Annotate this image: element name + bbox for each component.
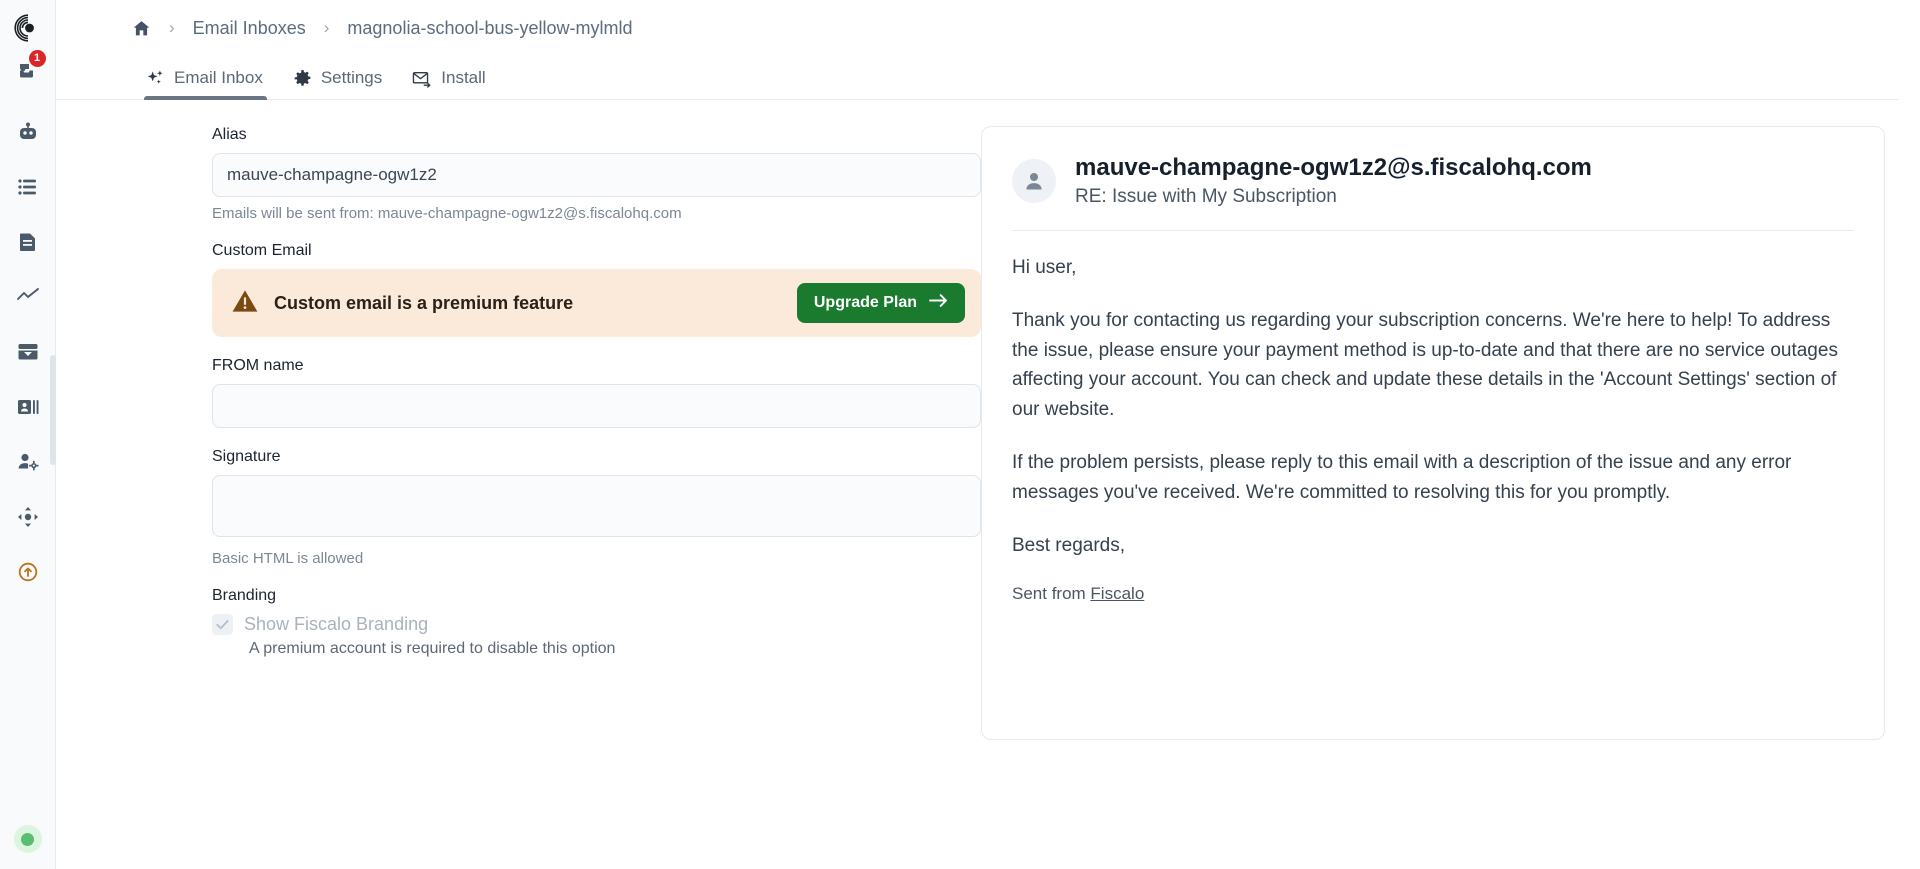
alias-hint: Emails will be sent from: mauve-champagn… [212,205,682,222]
email-preview-header: mauve-champagne-ogw1z2@s.fiscalohq.com R… [1012,153,1854,230]
person-avatar-icon [1012,158,1056,203]
tab-bar: Email Inbox Settings Install [56,56,1898,100]
sidebar-item-move[interactable] [8,497,48,537]
sidebar-item-inbox-tray[interactable] [8,332,48,372]
check-icon[interactable] [212,614,233,635]
tab-email-inbox-label: Email Inbox [174,68,263,87]
sidebar-item-analytics[interactable] [8,277,48,317]
sidebar-item-server-list[interactable] [8,167,48,207]
alias-input[interactable] [212,153,981,197]
premium-banner-text: Custom email is a premium feature [274,292,574,313]
sent-from-prefix: Sent from [1012,583,1091,603]
branding-label: Branding [212,587,277,604]
signature-label: Signature [212,448,281,465]
show-branding-label: Show Fiscalo Branding [244,614,429,634]
sidebar-item-document[interactable] [8,222,48,262]
from-name-label: FROM name [212,357,304,374]
tab-settings[interactable]: Settings [279,68,398,99]
preview-divider [1012,230,1854,231]
email-paragraph-2: If the problem persists, please reply to… [1012,452,1792,503]
warning-triangle-icon [232,289,258,318]
breadcrumb: › Email Inboxes › magnolia-school-bus-ye… [56,0,1920,56]
sidebar-item-contact-card[interactable] [8,387,48,427]
email-sent-from: Sent from Fiscalo [1012,584,1854,604]
home-icon[interactable] [132,19,151,38]
breadcrumb-current: magnolia-school-bus-yellow-mylmld [347,17,633,38]
envelope-arrow-icon [412,69,432,88]
tab-email-inbox[interactable]: Email Inbox [132,68,279,100]
upgrade-plan-button[interactable]: Upgrade Plan [796,283,965,323]
spiral-logo-icon[interactable] [8,8,48,48]
online-status-dot[interactable] [13,825,42,853]
sparkles-icon [146,69,165,88]
email-paragraph-signoff: Best regards, [1012,534,1125,556]
email-preview-meta: mauve-champagne-ogw1z2@s.fiscalohq.com R… [1075,153,1592,208]
from-name-input[interactable] [212,384,981,428]
from-name-field-group: FROM name [212,357,981,428]
fiscalo-link[interactable]: Fiscalo [1090,584,1144,603]
premium-feature-banner: Custom email is a premium feature Upgrad… [212,269,981,337]
custom-email-group: Custom Email Custom email is a premium f… [212,242,981,337]
show-branding-checkbox-row[interactable]: Show Fiscalo Branding [212,614,981,635]
tab-install-label: Install [441,68,486,87]
signature-textarea[interactable] [212,475,981,537]
custom-email-label: Custom Email [212,242,312,259]
email-preview-card: mauve-champagne-ogw1z2@s.fiscalohq.com R… [981,126,1885,740]
tab-settings-label: Settings [320,68,383,87]
main-content: › Email Inboxes › magnolia-school-bus-ye… [56,0,1920,869]
email-preview-column: mauve-champagne-ogw1z2@s.fiscalohq.com R… [981,126,1920,740]
breadcrumb-separator-2: › [323,18,330,37]
left-sidebar-rail: 1 [0,0,56,869]
arrow-right-icon [929,293,948,313]
email-from-address: mauve-champagne-ogw1z2@s.fiscalohq.com [1075,154,1592,181]
email-subject: RE: Issue with My Subscription [1075,186,1337,207]
settings-form: Alias Emails will be sent from: mauve-ch… [56,126,981,740]
alias-field-group: Alias Emails will be sent from: mauve-ch… [212,126,981,222]
app-root: 1 › Email Inboxes › magnolia-school-bus-… [0,0,1920,869]
sidebar-item-inbox-unread[interactable]: 1 [8,50,48,90]
gear-icon [293,69,312,88]
branding-sub-text: A premium account is required to disable… [249,640,616,657]
email-body: Hi user, Thank you for contacting us reg… [1012,253,1854,604]
inbox-badge-count: 1 [28,50,46,67]
sidebar-item-user-settings[interactable] [8,442,48,482]
signature-field-group: Signature Basic HTML is allowed [212,448,981,567]
upgrade-plan-label: Upgrade Plan [813,294,917,311]
alias-label: Alias [212,126,247,143]
signature-hint: Basic HTML is allowed [212,550,364,567]
breadcrumb-separator-1: › [169,18,175,37]
breadcrumb-parent-link[interactable]: Email Inboxes [193,18,306,39]
branding-group: Branding Show Fiscalo Branding A premium… [212,587,981,658]
email-paragraph-1: Thank you for contacting us regarding yo… [1012,309,1838,421]
tab-install[interactable]: Install [398,68,501,99]
sidebar-item-upload[interactable] [8,552,48,592]
sidebar-item-robot[interactable] [8,112,48,152]
content-columns: Alias Emails will be sent from: mauve-ch… [56,100,1920,740]
email-paragraph-greeting: Hi user, [1012,257,1077,278]
